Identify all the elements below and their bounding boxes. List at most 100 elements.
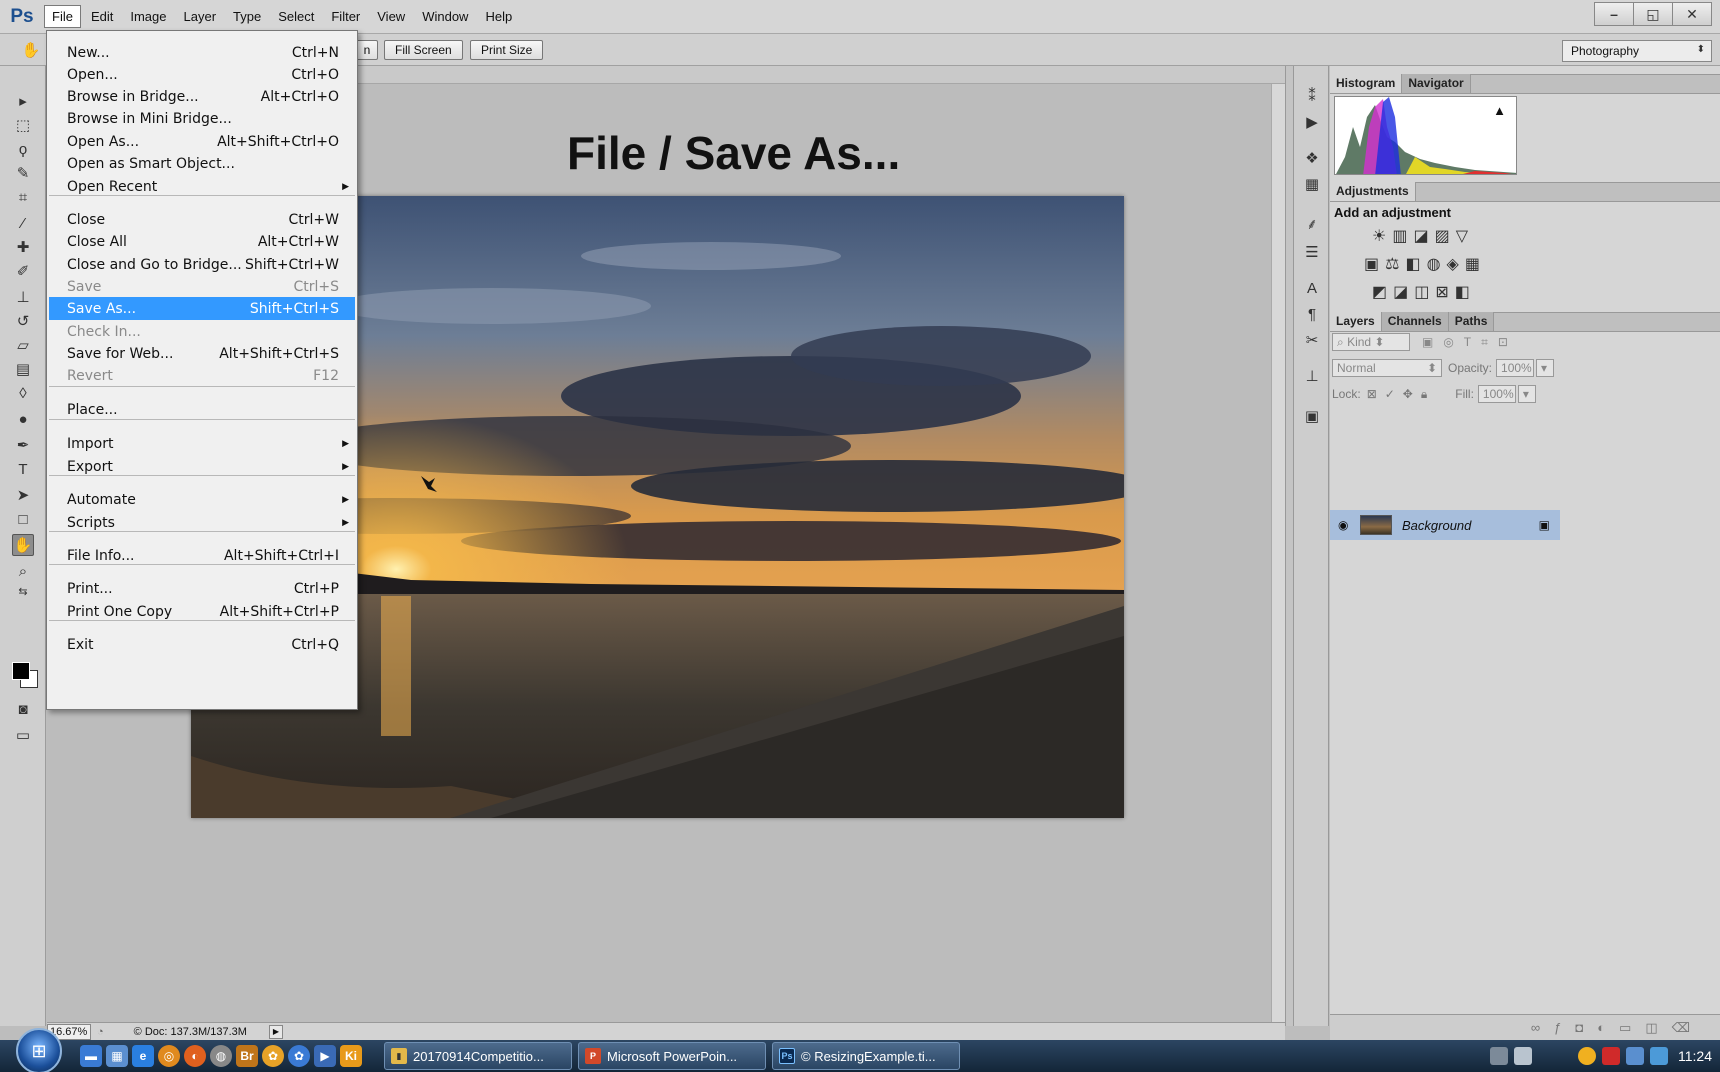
screen-mode-icon[interactable]: ▭ xyxy=(12,724,34,746)
file-menu-item-place[interactable]: Place... xyxy=(49,398,355,421)
lasso-tool-icon[interactable]: ϙ xyxy=(12,138,34,160)
swap-colors-icon[interactable]: ⇆ xyxy=(12,580,34,602)
file-menu-item-browse-in-bridge[interactable]: Browse in Bridge... Alt+Ctrl+O xyxy=(49,85,355,108)
tab-histogram[interactable]: Histogram xyxy=(1330,74,1403,93)
actions-panel-icon[interactable]: ▶ xyxy=(1302,112,1322,132)
close-button[interactable]: ✕ xyxy=(1672,2,1712,26)
menu-select[interactable]: Select xyxy=(271,6,321,27)
fill-dropdown-icon[interactable]: ▾ xyxy=(1517,385,1536,403)
layer-comps-icon[interactable]: ▣ xyxy=(1302,406,1322,426)
menu-help[interactable]: Help xyxy=(478,6,519,27)
crop-tool-icon[interactable]: ⌗ xyxy=(12,186,34,208)
ati-icon[interactable] xyxy=(1602,1047,1620,1065)
kind-filter-select[interactable]: ⌕ Kind ⬍ xyxy=(1332,333,1410,351)
task-photoshop[interactable]: Ps © ResizingExample.ti... xyxy=(772,1042,960,1070)
menu-file[interactable]: File xyxy=(44,5,81,28)
adjustment-icons-row-2[interactable]: ▣⚖◧◍◈▦ xyxy=(1364,254,1486,274)
quick-select-tool-icon[interactable]: ✎ xyxy=(12,162,34,184)
task-competition[interactable]: ▮ 20170914Competitio... xyxy=(384,1042,572,1070)
clone-stamp-tool-icon[interactable]: ⊥ xyxy=(12,286,34,308)
file-menu-item-revert[interactable]: Revert F12 xyxy=(49,364,355,387)
filter-icons[interactable]: ▣◎T⌗⊡ xyxy=(1422,335,1518,350)
menu-view[interactable]: View xyxy=(370,6,412,27)
dodge-tool-icon[interactable]: ● xyxy=(12,408,34,430)
file-menu-item-close-and-go-to-bridge[interactable]: Close and Go to Bridge... Shift+Ctrl+W xyxy=(49,253,355,276)
menu-image[interactable]: Image xyxy=(123,6,173,27)
visibility-eye-icon[interactable]: ◉ xyxy=(1338,518,1348,532)
file-menu-item-exit[interactable]: Exit Ctrl+Q xyxy=(49,633,355,656)
file-menu-item-save-for-web[interactable]: Save for Web... Alt+Shift+Ctrl+S xyxy=(49,342,355,365)
ki-icon[interactable]: Ki xyxy=(340,1045,362,1067)
norton-icon[interactable] xyxy=(1578,1047,1596,1065)
file-menu-item-open-as[interactable]: Open As... Alt+Shift+Ctrl+O xyxy=(49,130,355,153)
workspace-select[interactable]: Photography ⬍ xyxy=(1562,40,1712,62)
file-menu-item-open-as-smart-object[interactable]: Open as Smart Object... xyxy=(49,152,355,175)
menu-filter[interactable]: Filter xyxy=(324,6,367,27)
tab-navigator[interactable]: Navigator xyxy=(1402,74,1471,93)
file-menu-item-check-in[interactable]: Check In... xyxy=(49,320,355,343)
menu-window[interactable]: Window xyxy=(415,6,475,27)
explorer-icon[interactable]: ▦ xyxy=(106,1045,128,1067)
eyedropper-tool-icon[interactable]: ⁄ xyxy=(12,212,34,234)
opacity-field[interactable]: 100% xyxy=(1496,359,1535,377)
marquee-tool-icon[interactable]: ⬚ xyxy=(12,114,34,136)
chrome-icon[interactable]: ◎ xyxy=(158,1045,180,1067)
path-selection-tool-icon[interactable]: ➤ xyxy=(12,484,34,506)
blur-tool-icon[interactable]: ◊ xyxy=(12,382,34,404)
character-panel-icon[interactable]: A xyxy=(1302,278,1322,298)
globe-icon[interactable]: ✿ xyxy=(288,1045,310,1067)
quick-mask-icon[interactable]: ◙ xyxy=(12,698,34,720)
mail-icon[interactable] xyxy=(1514,1047,1532,1065)
media-icon[interactable]: ✿ xyxy=(262,1045,284,1067)
keyboard-icon[interactable] xyxy=(1490,1047,1508,1065)
blend-mode-select[interactable]: Normal ⬍ xyxy=(1332,359,1442,377)
clone-source-icon[interactable]: ⊥ xyxy=(1302,366,1322,386)
opacity-dropdown-icon[interactable]: ▾ xyxy=(1536,359,1555,377)
start-button[interactable]: ⊞ xyxy=(16,1028,62,1072)
type-tool-icon[interactable]: T xyxy=(12,458,34,480)
warning-icon[interactable]: ▲ xyxy=(1493,103,1506,118)
bridge-icon[interactable]: Br xyxy=(236,1045,258,1067)
desktop-icon[interactable]: ▬ xyxy=(80,1045,102,1067)
3d-panel-icon[interactable]: ❖ xyxy=(1302,148,1322,168)
lock-icons[interactable]: ⊠✓✥🔒︎ xyxy=(1367,387,1436,402)
player-icon[interactable]: ▶ xyxy=(314,1045,336,1067)
menu-edit[interactable]: Edit xyxy=(84,6,120,27)
minimize-button[interactable]: – xyxy=(1594,2,1634,26)
firefox-icon[interactable]: ◐ xyxy=(184,1045,206,1067)
foreground-color-swatch[interactable] xyxy=(12,662,30,680)
hand-tool-icon[interactable]: ✋ xyxy=(12,534,34,556)
tab-adjustments[interactable]: Adjustments xyxy=(1330,182,1416,201)
file-menu-item-save[interactable]: Save Ctrl+S xyxy=(49,275,355,298)
properties-panel-icon[interactable]: ☰ xyxy=(1302,242,1322,262)
adjustment-icons-row-3[interactable]: ◩◪◫⊠◧ xyxy=(1372,282,1476,302)
file-menu-item-open[interactable]: Open... Ctrl+O xyxy=(49,63,355,86)
file-menu-item-save-as[interactable]: Save As... Shift+Ctrl+S xyxy=(49,297,355,320)
internet-explorer-icon[interactable]: e xyxy=(132,1045,154,1067)
zoom-tool-icon[interactable]: ⌕ xyxy=(12,560,34,582)
rectangle-tool-icon[interactable]: □ xyxy=(12,508,34,530)
network-icon[interactable] xyxy=(1626,1047,1644,1065)
history-panel-icon[interactable]: ⁑ xyxy=(1302,86,1322,106)
file-menu-item-print[interactable]: Print... Ctrl+P xyxy=(49,577,355,600)
file-menu-item-automate[interactable]: Automate ▶ xyxy=(49,488,355,511)
status-menu-arrow-icon[interactable]: ▶ xyxy=(268,1024,283,1039)
fit-screen-button[interactable]: n xyxy=(356,40,378,60)
restore-button[interactable]: ◱ xyxy=(1633,2,1673,26)
print-size-button[interactable]: Print Size xyxy=(470,40,544,60)
tab-layers[interactable]: Layers xyxy=(1330,312,1382,331)
vertical-scrollbar[interactable] xyxy=(1271,84,1285,1024)
tab-channels[interactable]: Channels xyxy=(1381,312,1449,331)
history-brush-tool-icon[interactable]: ↺ xyxy=(12,310,34,332)
healing-brush-tool-icon[interactable]: ✚ xyxy=(12,236,34,258)
fill-field[interactable]: 100% xyxy=(1477,385,1516,403)
fill-screen-button[interactable]: Fill Screen xyxy=(384,40,463,60)
layer-footer-icons[interactable]: ∞ƒ◘◐▭◫⌫ xyxy=(1531,1020,1704,1036)
tab-paths[interactable]: Paths xyxy=(1448,312,1495,331)
file-menu-item-close[interactable]: Close Ctrl+W xyxy=(49,208,355,231)
file-menu-item-new[interactable]: New... Ctrl+N xyxy=(49,41,355,64)
file-menu-item-browse-in-mini-bridge[interactable]: Browse in Mini Bridge... xyxy=(49,107,355,130)
pen-tool-icon[interactable]: ✒ xyxy=(12,434,34,456)
gradient-tool-icon[interactable]: ▤ xyxy=(12,358,34,380)
file-menu-item-close-all[interactable]: Close All Alt+Ctrl+W xyxy=(49,230,355,253)
